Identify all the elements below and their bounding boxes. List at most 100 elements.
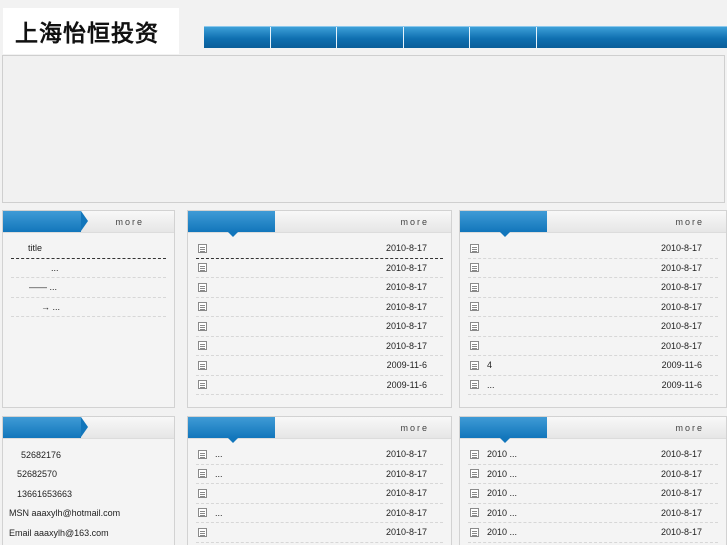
news-date: 2010-8-17 [385, 262, 427, 273]
nav-item-2[interactable] [271, 27, 337, 48]
news-list-1: 2010-8-17 2010-8-17 2010-8-17 2010-8-17 2010… [188, 233, 451, 395]
contact-line: Email aaaxylh@163.com [9, 523, 168, 543]
document-icon [470, 360, 479, 370]
contact-line: MSN aaaxylh@hotmail.com [9, 504, 168, 524]
document-icon [470, 282, 479, 292]
list-item[interactable]: 2010-8-17 [468, 278, 718, 298]
list-item[interactable]: 2010-8-17 [468, 259, 718, 278]
list-item[interactable]: 2010 ... 2010-8-17 [468, 465, 718, 484]
news-date: 2010-8-17 [660, 507, 702, 518]
list-item[interactable]: ... 2010-8-17 [196, 445, 443, 465]
list-item[interactable]: 2010 ... 2010-8-17 [468, 504, 718, 523]
list-item[interactable]: 2010-8-17 [196, 337, 443, 356]
panel-tab [460, 417, 547, 443]
document-icon [470, 243, 479, 253]
list-item[interactable]: 2010-8-17 [196, 317, 443, 337]
list-item[interactable]: 2010-8-17 [196, 259, 443, 278]
list-item[interactable]: 2010 ... 2010-8-17 [468, 523, 718, 543]
list-item[interactable]: ... 2010-8-17 [196, 504, 443, 523]
list-item[interactable]: 2010-8-17 [468, 337, 718, 356]
contact-text: 52682570 [17, 469, 58, 480]
list-item[interactable]: 2010-8-17 [196, 298, 443, 317]
logo-text: 上海怡恒投资 [15, 21, 159, 47]
contact-line: 13661653663 [9, 484, 168, 504]
document-icon [198, 341, 207, 351]
list-item[interactable]: title [11, 239, 166, 259]
news-date: 2010-8-17 [385, 449, 427, 460]
panel-header: more [3, 211, 174, 233]
news-date: 2010-8-17 [385, 468, 427, 479]
list-item[interactable]: 2010-8-17 [468, 239, 718, 259]
news-date: 2010-8-17 [660, 282, 702, 293]
list-item-text: → ... [41, 301, 61, 312]
document-icon [470, 263, 479, 273]
panel-header: more [188, 211, 451, 237]
nav-item-3[interactable] [337, 27, 404, 48]
document-icon [470, 488, 479, 498]
main-nav [204, 26, 727, 48]
news-date: 2010-8-17 [660, 340, 702, 351]
list-item[interactable]: 2010-8-17 [196, 278, 443, 298]
nav-item-1[interactable] [204, 27, 271, 48]
document-icon [198, 488, 207, 498]
list-item[interactable]: ... 2009-11-6 [468, 376, 718, 395]
news-date: 2010-8-17 [385, 301, 427, 312]
contact-line: 52682570 [9, 465, 168, 485]
more-link[interactable]: more [400, 217, 429, 227]
contact-text: 52682176 [21, 449, 62, 460]
news-date: 2010-8-17 [385, 488, 427, 499]
document-icon [198, 282, 207, 292]
document-icon [470, 302, 479, 312]
more-link[interactable]: more [115, 217, 144, 227]
more-link[interactable]: more [675, 217, 704, 227]
list-item[interactable]: 2010-8-17 [196, 239, 443, 259]
list-item[interactable]: 2010 ... 2010-8-17 [468, 484, 718, 504]
news-date: 2010-8-17 [385, 243, 427, 254]
news-panel-4: more 2010 ... 2010-8-17 2010 ... 2010-8-17 2… [459, 416, 727, 545]
document-icon [198, 243, 207, 253]
news-date: 2009-11-6 [661, 360, 702, 371]
list-item[interactable]: ... 2010-8-17 [196, 465, 443, 484]
document-icon [198, 508, 207, 518]
news-list-4: 2010 ... 2010-8-17 2010 ... 2010-8-17 2010 .… [460, 439, 726, 543]
contact-panel: 52682176 52682570 13661653663 MSN aaaxylh@h… [2, 416, 175, 545]
list-item[interactable]: 2009-11-6 [196, 376, 443, 395]
document-icon [470, 341, 479, 351]
document-icon [198, 449, 207, 459]
more-link[interactable]: more [675, 423, 704, 433]
news-date: 2009-11-6 [386, 379, 427, 390]
news-date: 2010-8-17 [660, 527, 702, 538]
banner [2, 55, 725, 203]
more-link[interactable]: more [400, 423, 429, 433]
list-item[interactable]: 2010 ... 2010-8-17 [468, 445, 718, 465]
nav-item-5[interactable] [470, 27, 537, 48]
document-icon [198, 527, 207, 537]
contact-line: 52682176 [9, 445, 168, 465]
document-icon [470, 527, 479, 537]
list-item[interactable]: → ... [11, 298, 166, 317]
list-item[interactable]: 2010-8-17 [196, 484, 443, 504]
intro-list: title... —— ... → ... [3, 233, 174, 317]
nav-item-6[interactable] [537, 27, 727, 48]
list-item[interactable]: ... [11, 259, 166, 278]
news-date: 2010-8-17 [385, 527, 427, 538]
document-icon [470, 449, 479, 459]
document-icon [198, 360, 207, 370]
list-item[interactable]: 2009-11-6 [196, 356, 443, 376]
nav-item-4[interactable] [404, 27, 470, 48]
list-item[interactable]: 2010-8-17 [468, 298, 718, 317]
news-date: 2010-8-17 [660, 468, 702, 479]
list-item[interactable]: —— ... [11, 278, 166, 298]
news-date: 2010-8-17 [660, 449, 702, 460]
site-logo[interactable]: 上海怡恒投资 [3, 8, 179, 54]
news-date: 2010-8-17 [385, 507, 427, 518]
list-item[interactable]: 2010-8-17 [468, 317, 718, 337]
list-item[interactable]: 4 2009-11-6 [468, 356, 718, 376]
panel-header: more [460, 417, 726, 443]
news-panel-1: more 2010-8-17 2010-8-17 2010-8-17 2010-8-1… [187, 210, 452, 408]
news-date: 2010-8-17 [660, 243, 702, 254]
page: 上海怡恒投资 more title... —— ... → ... more 201… [0, 0, 727, 545]
document-icon [470, 380, 479, 390]
list-item[interactable]: 2010-8-17 [196, 523, 443, 543]
document-icon [470, 321, 479, 331]
